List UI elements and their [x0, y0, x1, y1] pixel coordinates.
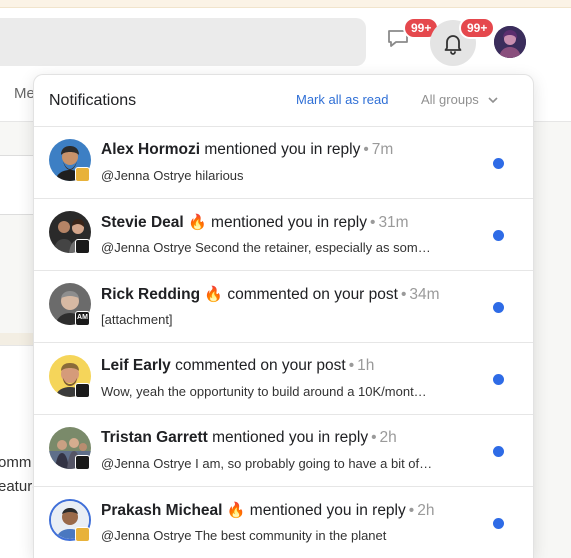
fire-icon: 🔥	[226, 502, 246, 519]
notification-time: 2h	[417, 502, 435, 519]
notification-author[interactable]: Stevie Deal	[101, 214, 184, 231]
notification-headline: Leif Early commented on your post • 1h	[101, 357, 374, 375]
notification-author[interactable]: Rick Redding	[101, 286, 200, 303]
unread-dot	[493, 446, 504, 457]
unread-dot	[493, 302, 504, 313]
level-badge	[75, 383, 90, 398]
notification-action: mentioned you in reply	[211, 214, 367, 231]
separator-dot: •	[370, 214, 376, 231]
notification-item[interactable]: AM Rick Redding 🔥 commented on your post…	[34, 271, 533, 343]
notification-action: commented on your post	[227, 286, 398, 303]
user-avatar[interactable]	[494, 26, 526, 58]
notification-headline: Tristan Garrett mentioned you in reply • 2…	[101, 429, 397, 447]
level-badge	[75, 455, 90, 470]
notification-time: 7m	[371, 141, 394, 158]
notification-preview: @Jenna Ostrye Second the retainer, espec…	[101, 240, 431, 255]
notification-time: 31m	[378, 214, 409, 231]
notification-headline: Alex Hormozi mentioned you in reply • 7m	[101, 141, 393, 159]
notification-preview: @Jenna Ostrye hilarious	[101, 168, 244, 183]
notification-author[interactable]: Prakash Micheal	[101, 502, 222, 519]
groups-filter-label: All groups	[421, 92, 479, 107]
notification-item[interactable]: Leif Early commented on your post • 1h Wow…	[34, 343, 533, 415]
level-badge	[75, 527, 90, 542]
unread-dot	[493, 230, 504, 241]
search-input[interactable]	[0, 18, 366, 66]
separator-dot: •	[371, 429, 377, 446]
separator-dot: •	[348, 357, 355, 374]
notifications-panel-header: Notifications Mark all as read All group…	[34, 75, 533, 127]
notification-time: 2h	[379, 429, 397, 446]
notification-item[interactable]: Alex Hormozi mentioned you in reply • 7m @…	[34, 127, 533, 199]
notification-time: 1h	[357, 357, 375, 374]
notification-author[interactable]: Tristan Garrett	[101, 429, 208, 446]
notification-action: mentioned you in reply	[204, 141, 361, 158]
notification-action: commented on your post	[175, 357, 346, 374]
notification-item[interactable]: Stevie Deal 🔥 mentioned you in reply • 31m…	[34, 199, 533, 271]
separator-dot: •	[408, 502, 415, 519]
mark-all-read-link[interactable]: Mark all as read	[296, 92, 388, 107]
notification-count-badge: 99+	[459, 17, 496, 39]
notification-author[interactable]: Leif Early	[101, 357, 171, 374]
unread-dot	[493, 374, 504, 385]
chevron-down-icon	[487, 94, 499, 106]
nav-tab-partial[interactable]: Me	[14, 85, 35, 102]
level-badge	[75, 239, 90, 254]
notification-item[interactable]: Tristan Garrett mentioned you in reply • 2…	[34, 415, 533, 487]
notification-preview: [attachment]	[101, 312, 173, 327]
notification-headline: Stevie Deal 🔥 mentioned you in reply • 31m	[101, 213, 409, 232]
separator-dot: •	[363, 141, 369, 158]
notification-action: mentioned you in reply	[212, 429, 369, 446]
level-badge: AM	[75, 311, 90, 326]
notification-headline: Rick Redding 🔥 commented on your post • 34…	[101, 285, 440, 304]
panel-title: Notifications	[49, 92, 137, 109]
fire-icon: 🔥	[204, 286, 224, 303]
notification-preview: @Jenna Ostrye I am, so probably going to…	[101, 456, 433, 471]
notification-preview: Wow, yeah the opportunity to build aroun…	[101, 384, 427, 399]
notification-item[interactable]: Prakash Micheal 🔥 mentioned you in reply…	[34, 487, 533, 558]
notification-author[interactable]: Alex Hormozi	[101, 141, 200, 158]
notifications-panel: Notifications Mark all as read All group…	[33, 74, 534, 558]
groups-filter-dropdown[interactable]: All groups	[421, 92, 499, 107]
unread-dot	[493, 158, 504, 169]
unread-dot	[493, 518, 504, 529]
background-text: omm	[0, 454, 32, 471]
fire-icon: 🔥	[188, 214, 207, 231]
notification-time: 34m	[409, 286, 440, 303]
separator-dot: •	[400, 286, 407, 303]
notification-headline: Prakash Micheal 🔥 mentioned you in reply…	[101, 501, 434, 520]
level-badge	[75, 167, 90, 182]
notification-action: mentioned you in reply	[249, 502, 406, 519]
top-banner-strip	[0, 0, 571, 8]
notification-preview: @Jenna Ostrye The best community in the …	[101, 528, 387, 543]
